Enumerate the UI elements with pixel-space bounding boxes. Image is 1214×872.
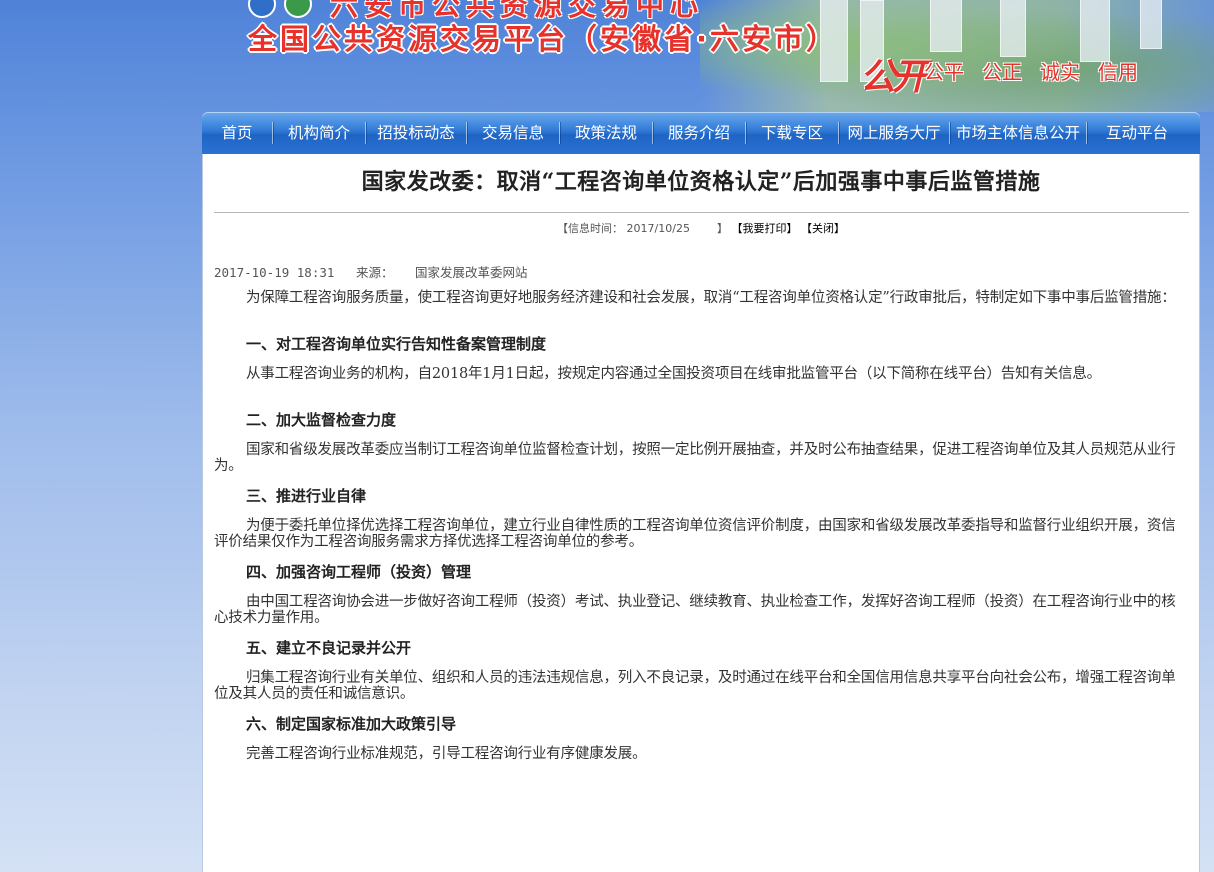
site-banner: 六安市公共资源交易中心 全国公共资源交易平台（安徽省·六安市） 公开 公平 公正… (0, 0, 1214, 112)
section-heading: 四、加强咨询工程师（投资）管理 (246, 563, 472, 581)
article-meta: 【信息时间： 2017/10/25 】 【我要打印】 【关闭】 (203, 220, 1199, 236)
article-byline: 2017-10-19 18:31 来源： 国家发展改革委网站 (214, 262, 542, 281)
byline-source-label: 来源： (355, 265, 394, 280)
nav-bidding-news[interactable]: 招投标动态 (366, 112, 466, 154)
slogan-just: 公正 (982, 60, 1022, 84)
nav-online-hall[interactable]: 网上服务大厅 (839, 112, 949, 154)
title-divider (214, 212, 1189, 213)
nav-market-info[interactable]: 市场主体信息公开 (950, 112, 1086, 154)
nav-downloads[interactable]: 下载专区 (746, 112, 838, 154)
close-link[interactable]: 【关闭】 (801, 222, 845, 235)
gongkai-logo-icon: 公开 (860, 56, 928, 98)
banner-title: 全国公共资源交易平台（安徽省·六安市） (248, 22, 839, 56)
nav-about[interactable]: 机构简介 (273, 112, 365, 154)
article-body: 为保障工程咨询服务质量，使工程咨询更好地服务经济建设和社会发展，取消“工程咨询单… (214, 290, 1176, 776)
nav-policy[interactable]: 政策法规 (560, 112, 652, 154)
byline-source: 国家发展改革委网站 (415, 265, 528, 280)
article-title: 国家发改委：取消“工程咨询单位资格认定”后加强事中事后监管措施 (361, 169, 1041, 195)
meta-date: 2017/10/25 (626, 222, 690, 235)
section-heading: 一、对工程咨询单位实行告知性备案管理制度 (246, 335, 547, 353)
section-heading: 三、推进行业自律 (246, 487, 367, 505)
article-panel: 国家发改委：取消“工程咨询单位资格认定”后加强事中事后监管措施 【信息时间： 2… (202, 154, 1200, 872)
section-heading: 五、建立不良记录并公开 (246, 639, 412, 657)
nav-home[interactable]: 首页 (202, 112, 272, 154)
meta-label: 【信息时间： (557, 222, 624, 235)
section-heading: 六、制定国家标准加大政策引导 (246, 715, 457, 733)
main-nav: 首页 机构简介 招投标动态 交易信息 政策法规 服务介绍 下载专区 网上服务大厅… (202, 112, 1200, 154)
slogan-honest: 诚实 (1040, 60, 1080, 84)
nav-services[interactable]: 服务介绍 (653, 112, 745, 154)
banner-slogans: 公平 公正 诚实 信用 (924, 56, 1138, 85)
section-paragraph: 为便于委托单位择优选择工程咨询单位，建立行业自律性质的工程咨询单位资信评价制度，… (214, 518, 1176, 550)
section-paragraph: 从事工程咨询业务的机构，自2018年1月1日起，按规定内容通过全国投资项目在线审… (246, 366, 1101, 382)
print-link[interactable]: 【我要打印】 (731, 222, 797, 235)
nav-trade-info[interactable]: 交易信息 (467, 112, 559, 154)
byline-datetime: 2017-10-19 18:31 (214, 265, 335, 280)
meta-close-bracket: 】 (716, 222, 728, 235)
nav-interaction[interactable]: 互动平台 (1087, 112, 1187, 154)
section-paragraph: 由中国工程咨询协会进一步做好咨询工程师（投资）考试、执业登记、继续教育、执业检查… (214, 594, 1176, 626)
section-paragraph: 完善工程咨询行业标准规范，引导工程咨询行业有序健康发展。 (246, 746, 647, 762)
section-heading: 二、加大监督检查力度 (246, 411, 397, 429)
section-paragraph: 国家和省级发展改革委应当制订工程咨询单位监督检查计划，按照一定比例开展抽查，并及… (214, 442, 1176, 474)
section-paragraph: 归集工程咨询行业有关单位、组织和人员的违法违规信息，列入不良记录，及时通过在线平… (214, 670, 1176, 702)
intro-paragraph: 为保障工程咨询服务质量，使工程咨询更好地服务经济建设和社会发展，取消“工程咨询单… (246, 290, 1176, 306)
slogan-credit: 信用 (1098, 60, 1138, 84)
slogan-fair: 公平 (924, 60, 964, 84)
